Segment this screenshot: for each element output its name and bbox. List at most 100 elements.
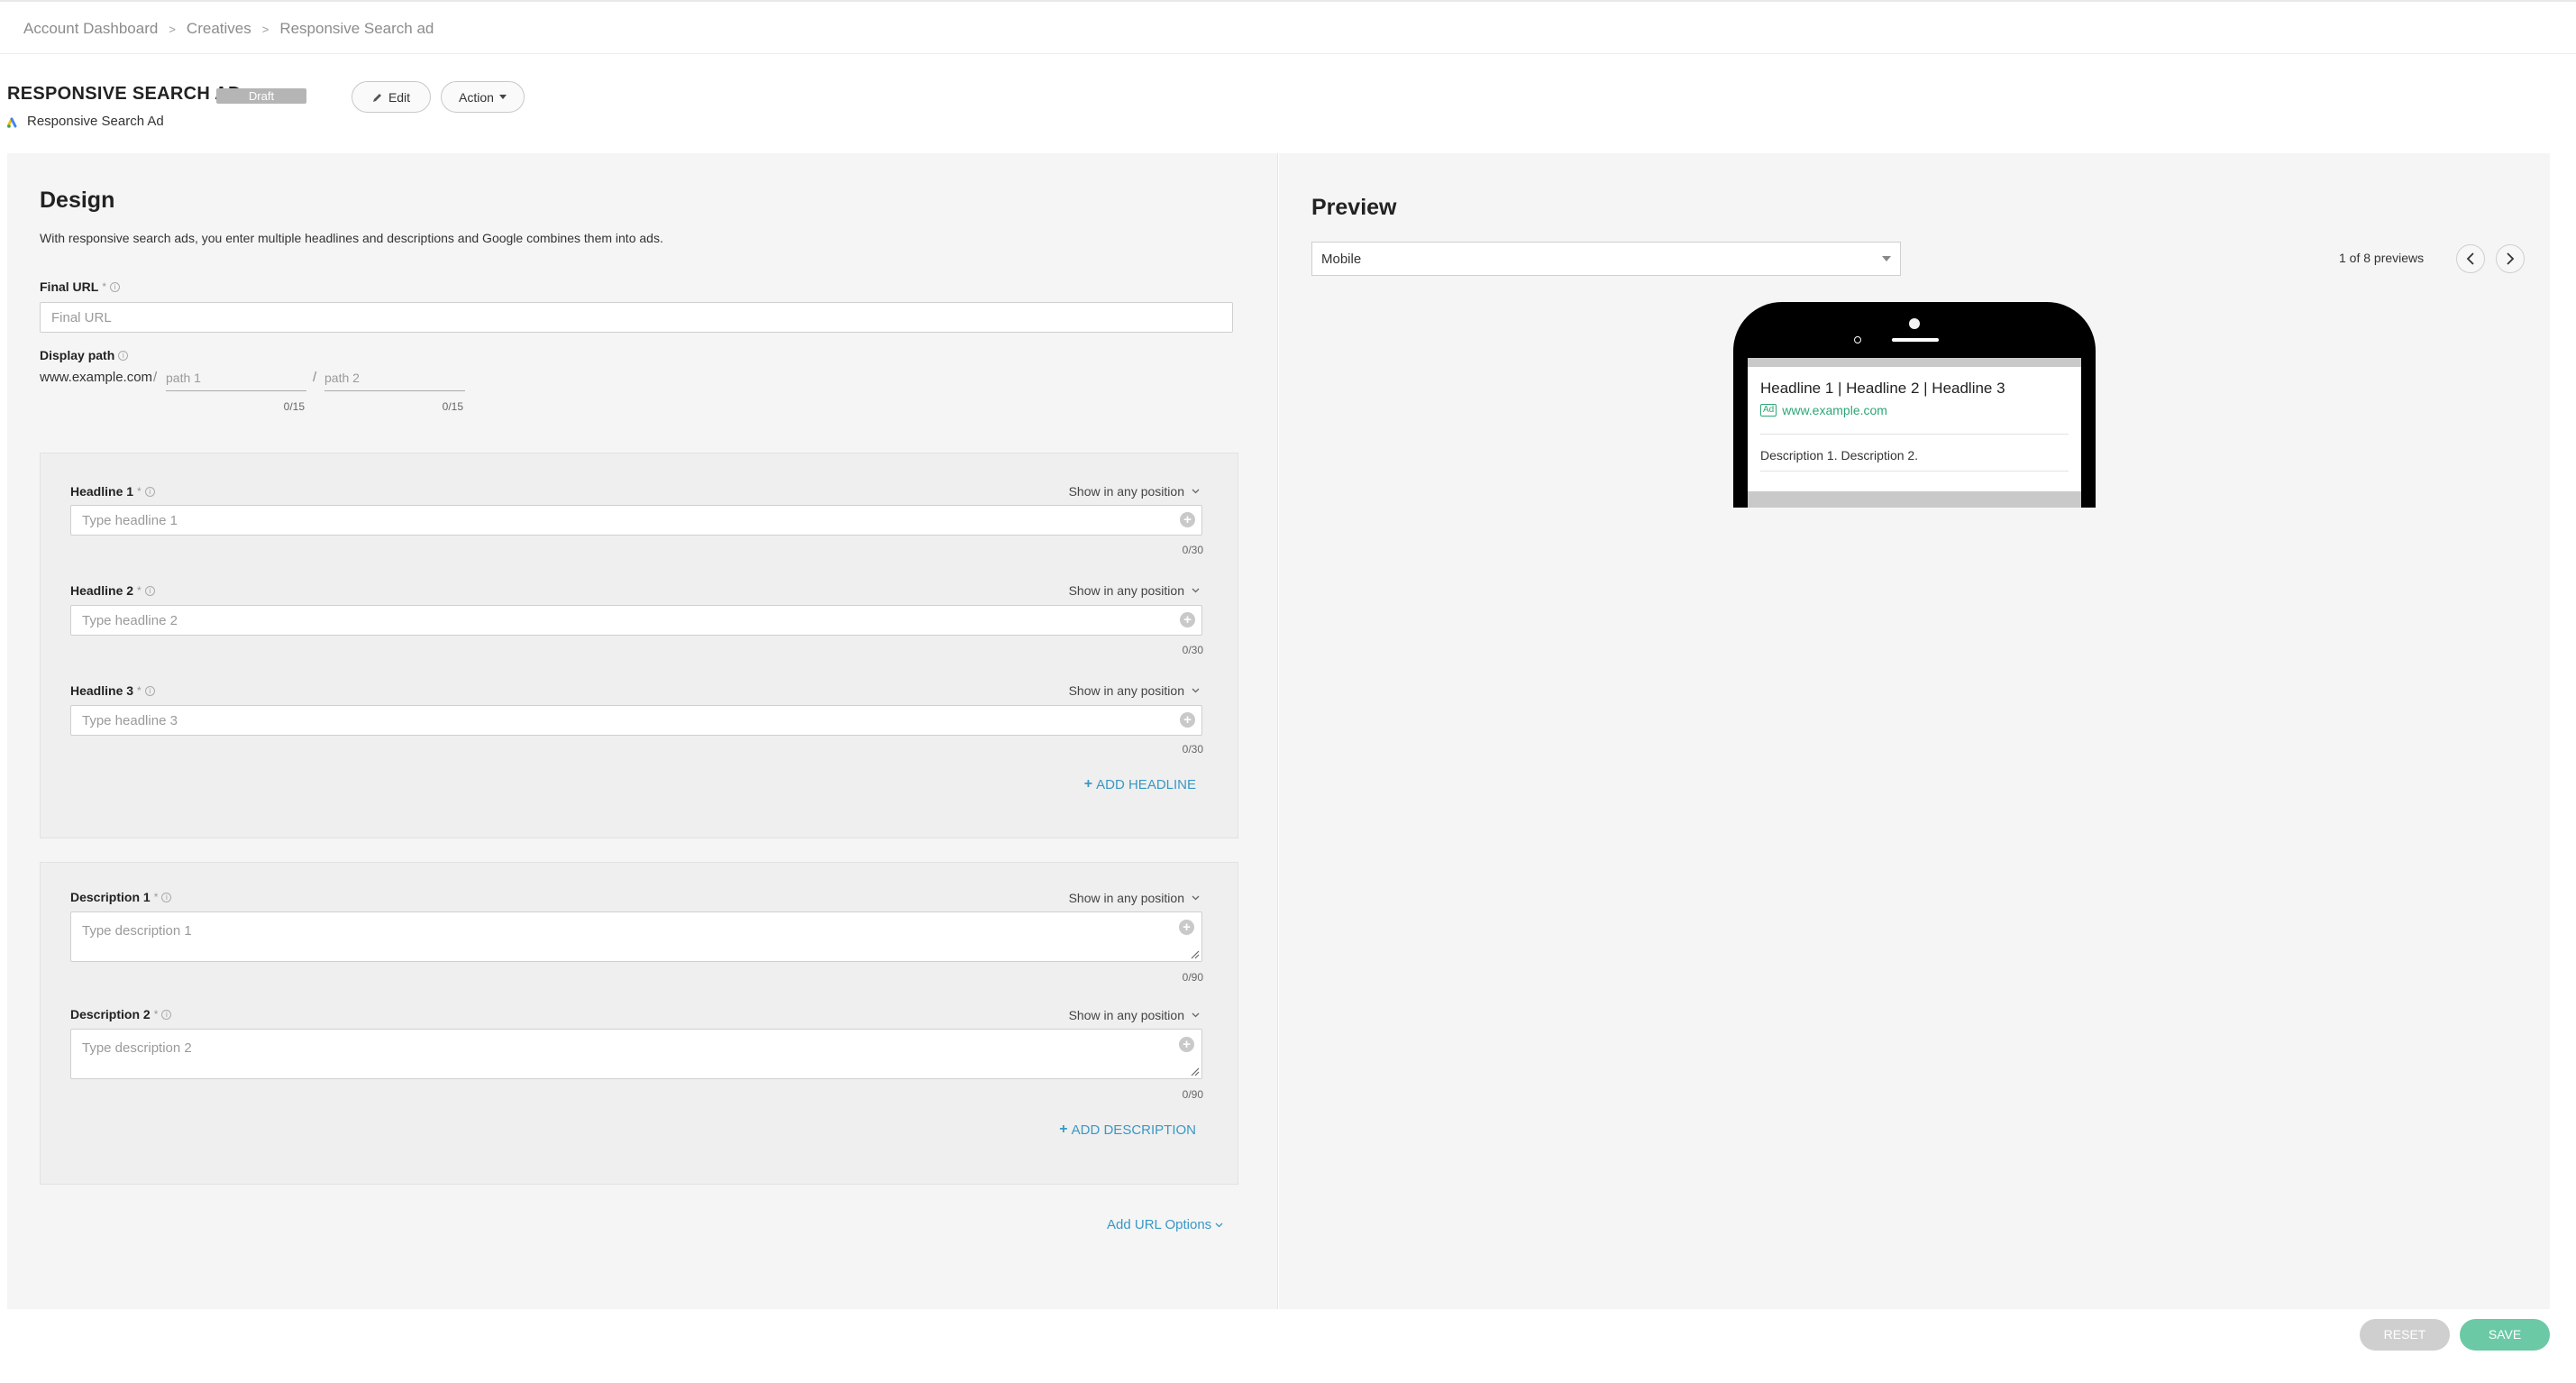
description-2-field: + — [70, 1029, 1202, 1079]
page-title: RESPONSIVE SEARCH AD — [7, 84, 242, 104]
chevron-down-icon — [1192, 489, 1200, 494]
chevron-down-icon — [1192, 688, 1200, 693]
description-1-label: Description 1 * i — [70, 890, 172, 904]
headline-1-position-select[interactable]: Show in any position — [1069, 484, 1200, 499]
position-select-label: Show in any position — [1068, 891, 1184, 905]
action-button-label: Action — [459, 89, 494, 105]
add-variant-plus-icon[interactable]: + — [1179, 920, 1194, 935]
descriptions-group: Description 1 * i Show in any position +… — [40, 862, 1238, 1185]
description-1-textarea[interactable] — [71, 912, 1201, 961]
final-url-label: Final URL * i — [40, 279, 121, 294]
device-select-value: Mobile — [1321, 251, 1362, 267]
add-description-label: ADD DESCRIPTION — [1071, 1122, 1196, 1138]
chevron-down-icon — [1192, 895, 1200, 901]
info-icon[interactable]: i — [144, 685, 155, 696]
headline-2-position-select[interactable]: Show in any position — [1069, 583, 1200, 598]
position-select-label: Show in any position — [1068, 583, 1184, 598]
path1-input[interactable] — [166, 364, 306, 391]
caret-down-icon — [498, 94, 507, 99]
mobile-phone-frame: Headline 1 | Headline 2 | Headline 3 Ad … — [1733, 302, 2096, 508]
required-marker: * — [153, 1008, 159, 1021]
chevron-left-icon — [2466, 252, 2474, 265]
headline-1-counter: 0/30 — [1182, 544, 1203, 556]
add-description-button[interactable]: + ADD DESCRIPTION — [1059, 1122, 1196, 1138]
display-path-base-url: www.example.com — [40, 370, 153, 385]
edit-button-label: Edit — [388, 89, 411, 105]
headline-2-field: + — [70, 605, 1202, 636]
reset-button[interactable]: RESET — [2360, 1319, 2450, 1351]
add-url-options-link[interactable]: Add URL Options — [1107, 1217, 1223, 1232]
caret-down-icon — [1882, 256, 1891, 261]
position-select-label: Show in any position — [1068, 484, 1184, 499]
headline-3-counter: 0/30 — [1182, 743, 1203, 756]
path2-counter: 0/15 — [442, 400, 463, 413]
description-2-position-select[interactable]: Show in any position — [1069, 1008, 1200, 1022]
final-url-input[interactable] — [40, 302, 1233, 333]
breadcrumb-separator-icon: > — [169, 22, 176, 36]
add-variant-plus-icon[interactable]: + — [1180, 712, 1195, 728]
headline-2-counter: 0/30 — [1182, 644, 1203, 656]
headlines-group: Headline 1 * i Show in any position + 0/… — [40, 453, 1238, 838]
design-heading: Design — [40, 188, 115, 213]
add-headline-label: ADD HEADLINE — [1096, 776, 1196, 792]
divider — [1760, 471, 2069, 472]
chevron-right-icon — [2507, 252, 2515, 265]
info-icon[interactable]: i — [161, 892, 172, 902]
chevron-down-icon — [1192, 588, 1200, 593]
headline-1-label: Headline 1 * i — [70, 484, 155, 499]
headline-2-label: Headline 2 * i — [70, 583, 155, 598]
path-separator: / — [153, 370, 158, 385]
description-2-textarea[interactable] — [71, 1030, 1201, 1078]
resize-handle-icon[interactable] — [1189, 948, 1200, 959]
path2-input[interactable] — [324, 364, 465, 391]
action-dropdown-button[interactable]: Action — [441, 81, 525, 113]
position-select-label: Show in any position — [1068, 1008, 1184, 1022]
add-url-options-label: Add URL Options — [1107, 1217, 1212, 1232]
required-marker: * — [137, 485, 142, 498]
chevron-down-icon — [1215, 1223, 1223, 1227]
info-icon[interactable]: i — [144, 585, 155, 596]
required-marker: * — [137, 684, 142, 697]
required-marker: * — [137, 584, 142, 597]
add-variant-plus-icon[interactable]: + — [1180, 612, 1195, 627]
info-icon[interactable]: i — [161, 1009, 172, 1020]
description-2-counter: 0/90 — [1182, 1088, 1203, 1101]
breadcrumb-creatives[interactable]: Creatives — [187, 20, 251, 38]
headline-2-label-text: Headline 2 — [70, 583, 134, 598]
save-button[interactable]: SAVE — [2460, 1319, 2550, 1351]
description-1-position-select[interactable]: Show in any position — [1069, 891, 1200, 905]
phone-speaker-icon — [1892, 338, 1939, 342]
breadcrumb-account-dashboard[interactable]: Account Dashboard — [23, 20, 158, 38]
add-headline-button[interactable]: + ADD HEADLINE — [1084, 776, 1196, 792]
headline-3-position-select[interactable]: Show in any position — [1069, 683, 1200, 698]
edit-button[interactable]: Edit — [352, 81, 431, 113]
display-path-label: Display path i — [40, 348, 129, 362]
ad-type-label: Responsive Search Ad — [27, 114, 164, 129]
final-url-label-text: Final URL — [40, 279, 99, 294]
phone-screen-footer — [1748, 491, 2081, 508]
add-variant-plus-icon[interactable]: + — [1180, 512, 1195, 527]
chevron-down-icon — [1192, 1012, 1200, 1018]
ad-type-subtitle: Responsive Search Ad — [7, 114, 164, 129]
headline-3-input[interactable] — [70, 705, 1202, 736]
info-icon[interactable]: i — [110, 281, 121, 292]
resize-handle-icon[interactable] — [1189, 1066, 1200, 1076]
ad-preview-headline: Headline 1 | Headline 2 | Headline 3 — [1760, 380, 2005, 397]
required-marker: * — [102, 280, 107, 293]
headline-2-input[interactable] — [70, 605, 1202, 636]
description-2-label-text: Description 2 — [70, 1007, 151, 1021]
status-badge: Draft — [216, 88, 306, 104]
preview-heading: Preview — [1311, 195, 1397, 220]
device-select[interactable]: Mobile — [1311, 242, 1901, 276]
plus-icon: + — [1083, 776, 1093, 792]
add-variant-plus-icon[interactable]: + — [1179, 1037, 1194, 1052]
ad-preview-url: www.example.com — [1782, 403, 1887, 417]
previous-preview-button[interactable] — [2456, 244, 2485, 273]
path1-counter: 0/15 — [283, 400, 305, 413]
headline-1-input[interactable] — [70, 505, 1202, 536]
google-ads-logo-icon — [7, 117, 17, 128]
info-icon[interactable]: i — [118, 350, 129, 361]
phone-camera-icon — [1909, 318, 1920, 329]
info-icon[interactable]: i — [144, 486, 155, 497]
next-preview-button[interactable] — [2496, 244, 2525, 273]
